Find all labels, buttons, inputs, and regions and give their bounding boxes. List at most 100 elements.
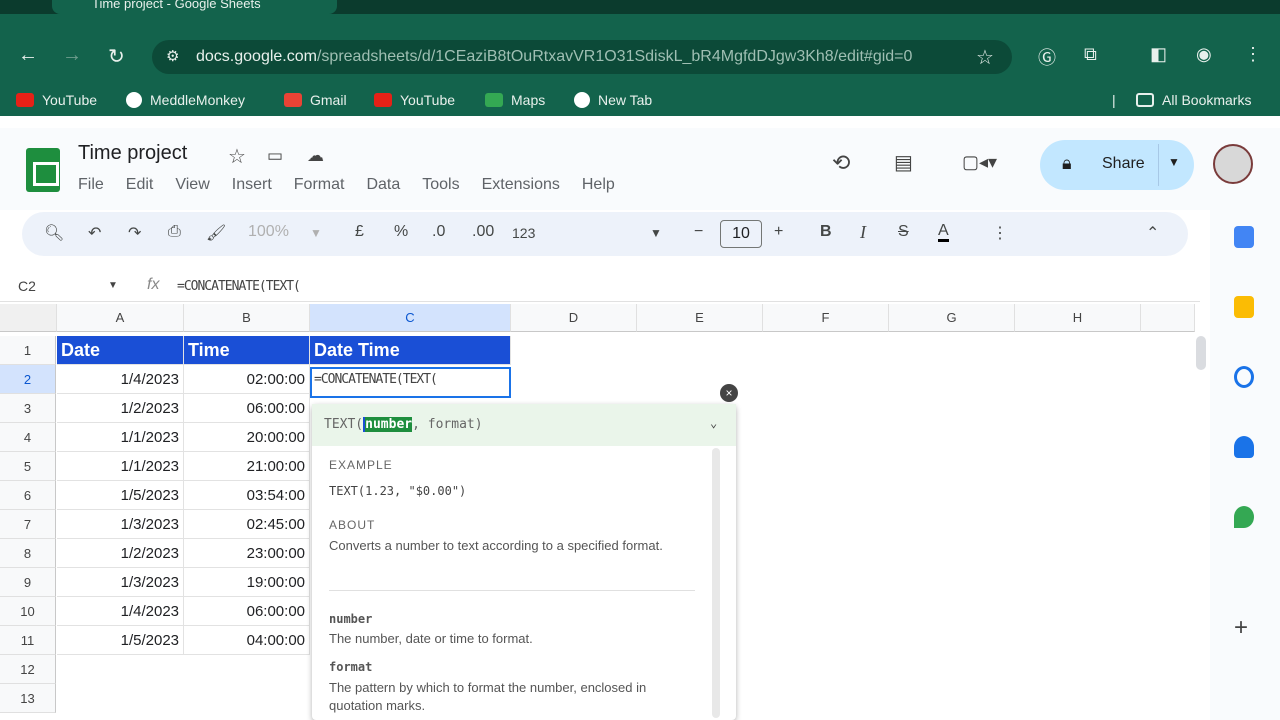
header-cell-date-time[interactable]: Date Time	[310, 336, 511, 365]
avatar[interactable]	[1213, 144, 1253, 184]
table-cell[interactable]: 1/4/2023	[57, 597, 184, 626]
select-all-corner[interactable]	[0, 304, 57, 332]
table-cell[interactable]: 23:00:00	[184, 539, 310, 568]
add-icon[interactable]: +	[1234, 614, 1248, 642]
table-cell[interactable]: 21:00:00	[184, 452, 310, 481]
bookmark-youtube-2[interactable]: YouTube	[374, 92, 455, 108]
bold-button[interactable]: B	[820, 223, 832, 241]
tasks-icon[interactable]	[1234, 366, 1254, 388]
table-cell[interactable]: 04:00:00	[184, 626, 310, 655]
forward-arrow-icon[interactable]: →	[62, 44, 82, 67]
table-cell[interactable]: 1/2/2023	[57, 539, 184, 568]
calendar-icon[interactable]	[1234, 226, 1254, 248]
decrease-decimal-button[interactable]: .0	[432, 223, 445, 241]
increase-font-size-icon[interactable]: +	[774, 223, 783, 241]
all-bookmarks[interactable]: All Bookmarks	[1136, 92, 1251, 108]
table-cell[interactable]: 1/2/2023	[57, 394, 184, 423]
table-cell[interactable]: 02:45:00	[184, 510, 310, 539]
name-box-chevron-down-icon[interactable]: ▼	[108, 280, 118, 291]
row-header[interactable]: 2	[0, 365, 56, 394]
row-header[interactable]: 1	[0, 336, 56, 365]
row-header[interactable]: 3	[0, 394, 56, 423]
strikethrough-button[interactable]: S	[898, 223, 909, 241]
bookmark-youtube[interactable]: YouTube	[16, 92, 97, 108]
browser-tab-active[interactable]: Time project - Google Sheets	[52, 0, 337, 14]
print-icon[interactable]: ⎙	[168, 223, 181, 241]
back-arrow-icon[interactable]: ←	[18, 44, 38, 67]
menu-data[interactable]: Data	[366, 176, 400, 194]
row-header[interactable]: 7	[0, 510, 56, 539]
side-panel-icon[interactable]: ◧	[1150, 44, 1167, 65]
row-header[interactable]: 6	[0, 481, 56, 510]
active-cell-editor[interactable]: =CONCATENATE(TEXT(	[310, 367, 511, 398]
profile-icon[interactable]: ◉	[1196, 44, 1212, 65]
redo-icon[interactable]: ↷	[128, 223, 141, 243]
chevron-down-icon[interactable]: ▼	[1168, 155, 1180, 169]
column-header-b[interactable]: B	[184, 304, 310, 332]
table-cell[interactable]: 06:00:00	[184, 597, 310, 626]
version-history-icon[interactable]: ⟲	[832, 150, 850, 176]
table-cell[interactable]: 02:00:00	[184, 365, 310, 394]
increase-decimal-button[interactable]: .00	[472, 223, 494, 241]
font-size-input[interactable]: 10	[720, 220, 762, 248]
table-cell[interactable]: 20:00:00	[184, 423, 310, 452]
undo-icon[interactable]: ↶	[88, 223, 101, 243]
row-header[interactable]: 12	[0, 655, 56, 684]
address-bar[interactable]: ⚙ docs.google.com/spreadsheets/d/1CEaziB…	[152, 40, 1012, 74]
paint-format-icon[interactable]: 🖌︎	[206, 223, 226, 243]
zoom-select[interactable]: 100%	[248, 223, 289, 241]
menu-file[interactable]: File	[78, 176, 104, 194]
menu-help[interactable]: Help	[582, 176, 615, 194]
row-header[interactable]: 5	[0, 452, 56, 481]
document-title[interactable]: Time project	[78, 142, 187, 165]
star-icon[interactable]: ☆	[228, 144, 246, 169]
table-cell[interactable]: 06:00:00	[184, 394, 310, 423]
decrease-font-size-icon[interactable]: −	[694, 223, 703, 241]
bookmark-star-icon[interactable]: ☆	[976, 45, 994, 70]
maps-icon[interactable]	[1234, 506, 1254, 528]
row-header[interactable]: 11	[0, 626, 56, 655]
vertical-scrollbar[interactable]	[1196, 336, 1206, 370]
meet-camera-icon[interactable]: ▢◂▾	[962, 152, 997, 173]
extensions-puzzle-icon[interactable]: ⧉	[1084, 44, 1097, 65]
comments-icon[interactable]: ▤	[894, 150, 913, 175]
row-header[interactable]: 4	[0, 423, 56, 452]
more-options-icon[interactable]: ⋮	[992, 223, 1008, 243]
column-header-e[interactable]: E	[637, 304, 763, 332]
column-header-g[interactable]: G	[889, 304, 1015, 332]
formula-input[interactable]: =CONCATENATE(TEXT(	[177, 279, 301, 294]
column-header-d[interactable]: D	[511, 304, 637, 332]
table-cell[interactable]: 03:54:00	[184, 481, 310, 510]
column-header-c[interactable]: C	[310, 304, 511, 332]
collapse-toolbar-icon[interactable]: ⌃	[1146, 223, 1159, 243]
move-folder-icon[interactable]: ▭	[267, 146, 283, 166]
bookmark-maps[interactable]: Maps	[485, 92, 545, 108]
grammarly-extension-icon[interactable]: Ⓖ	[1038, 44, 1056, 70]
search-icon[interactable]: 🔍︎	[44, 223, 64, 243]
table-cell[interactable]: 1/1/2023	[57, 423, 184, 452]
menu-edit[interactable]: Edit	[126, 176, 154, 194]
menu-tools[interactable]: Tools	[422, 176, 459, 194]
percent-button[interactable]: %	[394, 223, 408, 241]
table-cell[interactable]: 1/1/2023	[57, 452, 184, 481]
sheets-logo-icon[interactable]	[26, 148, 60, 192]
close-icon[interactable]: ×	[720, 384, 738, 402]
name-box[interactable]: C2	[18, 278, 36, 294]
reload-icon[interactable]: ↻	[108, 44, 125, 69]
chevron-down-icon[interactable]: ⌄	[710, 416, 717, 430]
table-cell[interactable]: 1/4/2023	[57, 365, 184, 394]
row-header[interactable]: 9	[0, 568, 56, 597]
row-header[interactable]: 8	[0, 539, 56, 568]
contacts-icon[interactable]	[1234, 436, 1254, 458]
menu-extensions[interactable]: Extensions	[482, 176, 560, 194]
column-header-a[interactable]: A	[57, 304, 184, 332]
row-header[interactable]: 10	[0, 597, 56, 626]
bookmark-gmail[interactable]: Gmail	[284, 92, 347, 108]
table-cell[interactable]: 1/5/2023	[57, 626, 184, 655]
row-header[interactable]: 13	[0, 684, 56, 713]
table-cell[interactable]: 1/3/2023	[57, 510, 184, 539]
text-color-button[interactable]: A	[938, 223, 949, 242]
column-header-extra[interactable]	[1141, 304, 1195, 332]
header-cell-date[interactable]: Date	[57, 336, 184, 365]
menu-format[interactable]: Format	[294, 176, 345, 194]
